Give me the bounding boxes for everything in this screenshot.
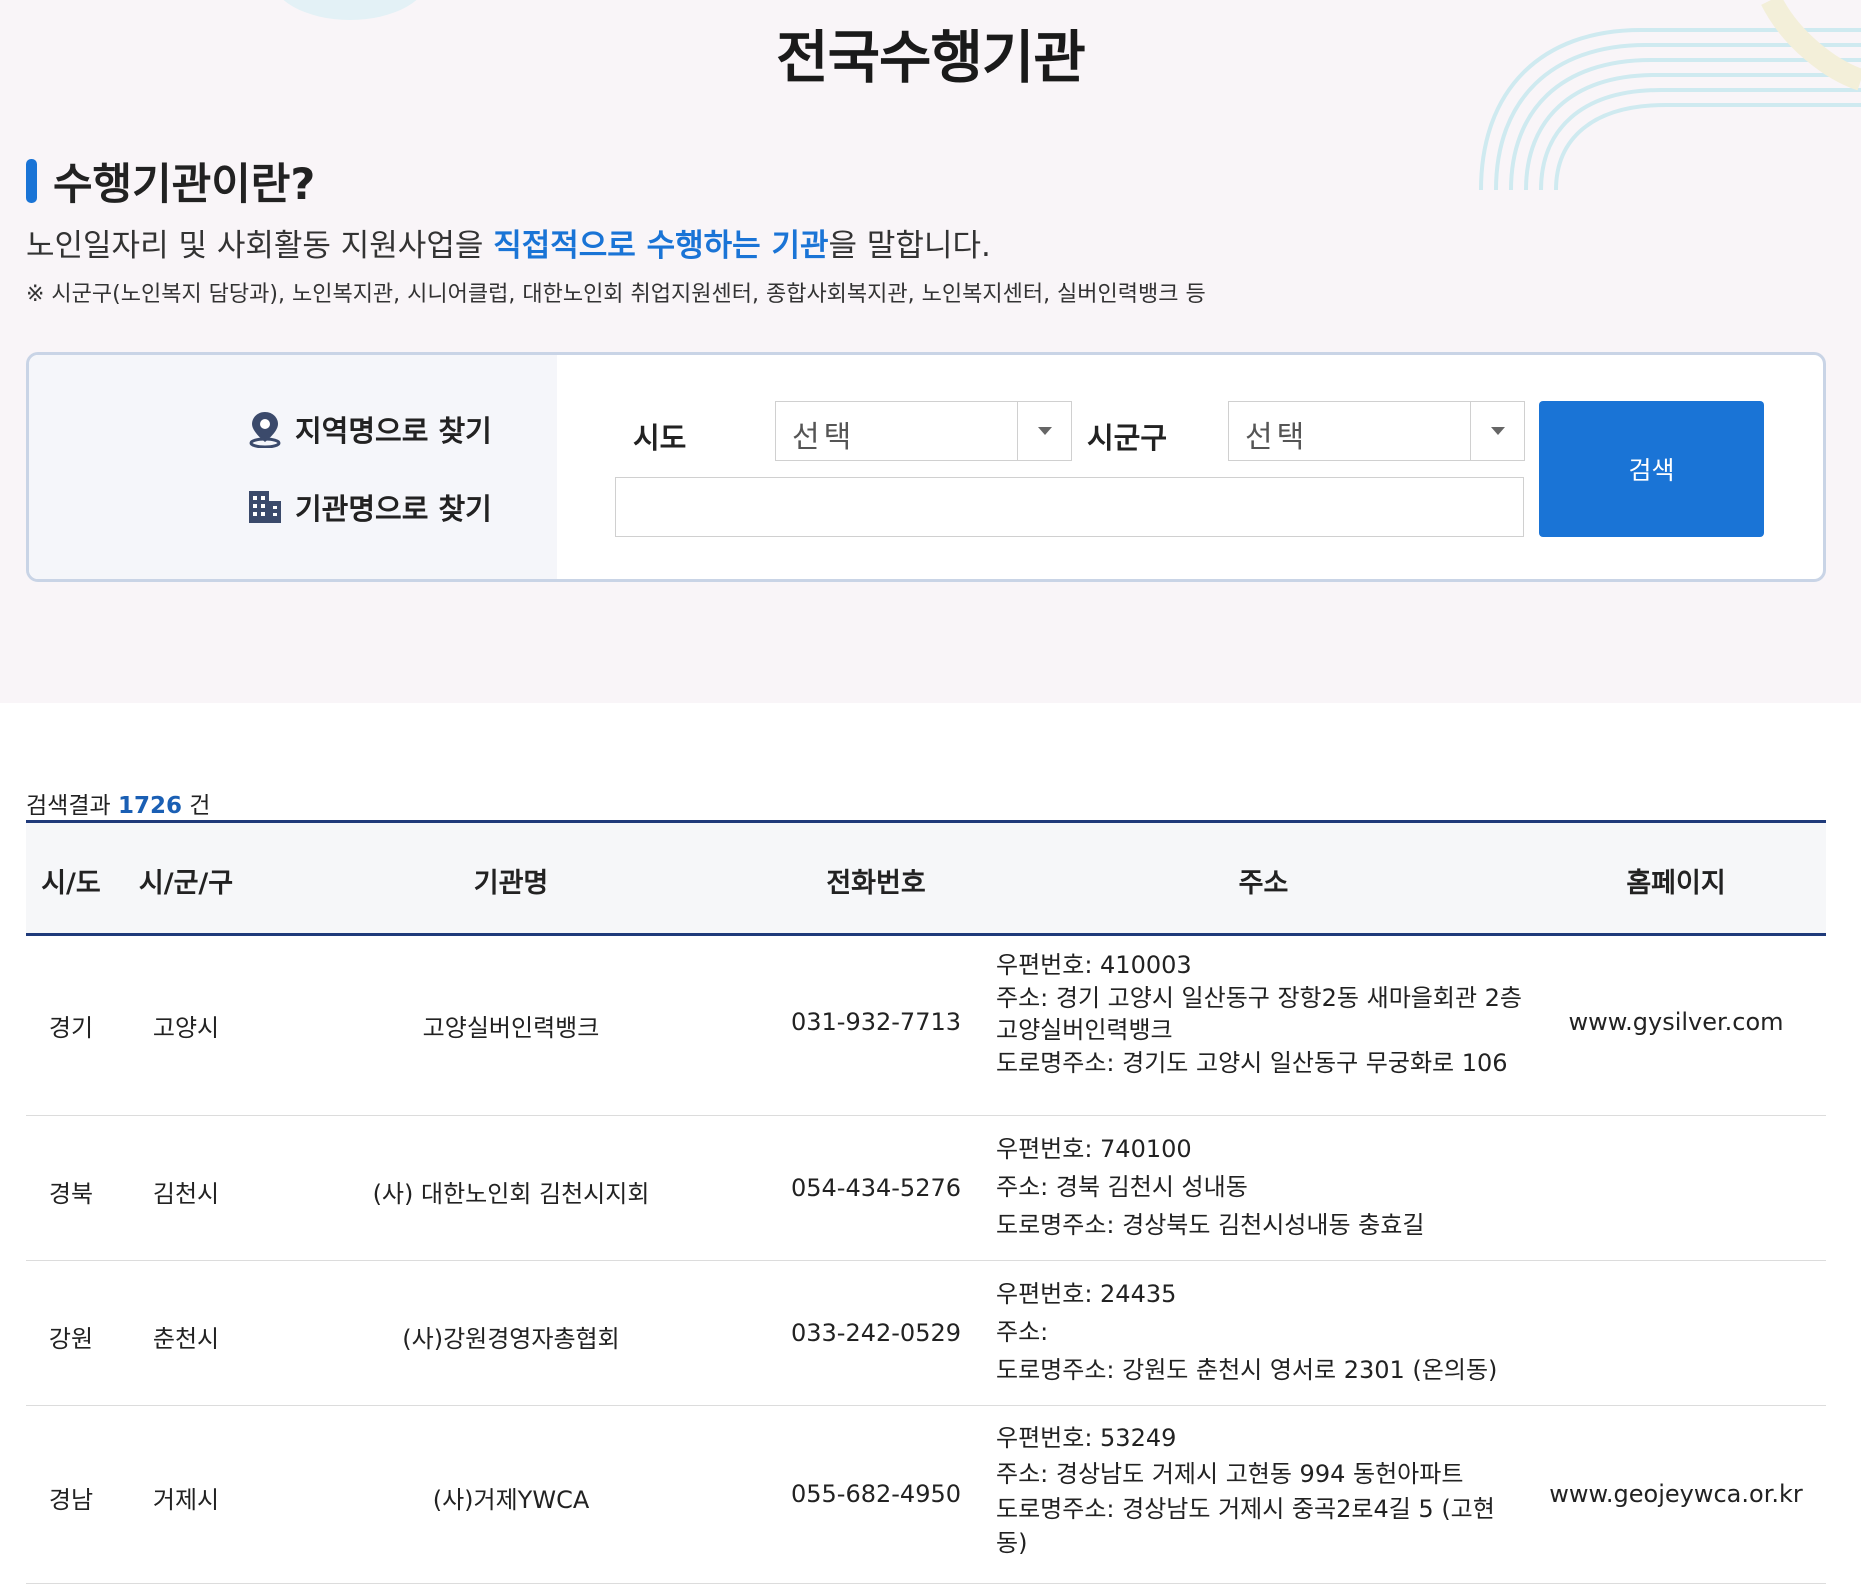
cell-sido: 경북 [48,1180,94,1208]
cell-org: (사)거제YWCA [432,1486,590,1514]
find-by-org-tab[interactable]: 기관명으로 찾기 [247,486,492,528]
find-by-region-label: 지역명으로 찾기 [295,414,492,448]
desc-highlight: 직접적으로 수행하는 기관 [493,228,829,264]
header-org: 기관명 [473,868,549,899]
postcode-text: 우편번호: 410003 [996,951,1192,979]
cell-sigungu: 고양시 [152,1014,220,1042]
result-count-number: 1726 [117,793,182,819]
cell-org: (사) 대한노인회 김천시지회 [372,1180,650,1208]
homepage-link[interactable]: www.gysilver.com [1531,1008,1821,1036]
postcode-text: 우편번호: 24435 [996,1280,1177,1308]
address-text: 주소: [996,1318,1049,1346]
location-pin-icon [249,412,281,448]
building-icon [249,491,281,523]
cell-phone: 055-682-4950 [790,1480,961,1508]
cell-address: 우편번호: 53249 주소: 경상남도 거제시 고현동 994 동헌아파트 도… [996,1420,1496,1560]
find-by-region-tab[interactable]: 지역명으로 찾기 [247,408,492,450]
search-mode-panel: 지역명으로 찾기 기관명으로 찾기 [29,355,557,579]
homepage-link[interactable]: www.geojeywca.or.kr [1531,1480,1821,1508]
result-count-prefix: 검색결과 [26,793,118,819]
cell-address: 우편번호: 24435 주소: 도로명주소: 강원도 춘천시 영서로 2301 … [996,1275,1526,1389]
section-heading: 수행기관이란? [26,150,315,212]
cell-address: 우편번호: 740100 주소: 경북 김천시 성내동 도로명주소: 경상북도 … [996,1130,1526,1244]
hero-section: 전국수행기관 수행기관이란? 노인일자리 및 사회활동 지원사업을 직접적으로 … [0,0,1861,703]
find-by-org-label: 기관명으로 찾기 [295,492,492,526]
sido-select-value: 선택 [792,420,856,455]
road-address-text: 도로명주소: 강원도 춘천시 영서로 2301 (온의동) [996,1356,1498,1384]
result-count: 검색결과 1726 건 [26,786,210,820]
cell-phone: 054-434-5276 [790,1174,961,1202]
search-panel: 지역명으로 찾기 기관명으로 찾기 시도 선택 시군구 선택 검색 [26,352,1826,582]
cell-org: 고양실버인력뱅크 [422,1014,600,1042]
table-row: 경북 김천시 (사) 대한노인회 김천시지회 054-434-5276 우편번호… [26,1116,1826,1261]
cell-sido: 경기 [48,1014,94,1042]
address-text: 주소: 경기 고양시 일산동구 장항2동 새마을회관 2층 고양실버인력뱅크 [996,984,1522,1044]
chevron-down-icon[interactable] [1470,402,1524,460]
chevron-down-icon[interactable] [1017,402,1071,460]
header-sigungu: 시/군/구 [138,868,234,899]
postcode-text: 우편번호: 740100 [996,1135,1192,1163]
table-row: 강원 춘천시 (사)강원경영자총협회 033-242-0529 우편번호: 24… [26,1261,1826,1406]
cell-sido: 강원 [48,1325,94,1353]
heading-accent-bar [26,159,37,203]
sigungu-select[interactable]: 선택 [1228,401,1525,461]
sido-select[interactable]: 선택 [775,401,1072,461]
search-button[interactable]: 검색 [1539,401,1764,537]
intro-note: ※ 시군구(노인복지 담당과), 노인복지관, 시니어클럽, 대한노인회 취업지… [26,282,1206,307]
desc-before: 노인일자리 및 사회활동 지원사업을 [26,228,494,264]
section-title: 수행기관이란? [53,160,316,210]
intro-description: 노인일자리 및 사회활동 지원사업을 직접적으로 수행하는 기관을 말합니다. [26,220,991,265]
sido-label: 시도 [633,421,687,455]
cell-sido: 경남 [48,1486,94,1514]
table-row: 경남 거제시 (사)거제YWCA 055-682-4950 우편번호: 5324… [26,1406,1826,1584]
org-name-input[interactable] [615,477,1524,537]
postcode-text: 우편번호: 53249 [996,1424,1177,1452]
address-text: 주소: 경상남도 거제시 고현동 994 동헌아파트 [996,1460,1464,1488]
table-row: 경기 고양시 고양실버인력뱅크 031-932-7713 우편번호: 41000… [26,936,1826,1116]
cell-phone: 031-932-7713 [790,1008,961,1036]
road-address-text: 도로명주소: 경상북도 김천시성내동 충효길 [996,1211,1425,1239]
header-phone: 전화번호 [826,868,926,899]
road-address-text: 도로명주소: 경상남도 거제시 중곡2로4길 5 (고현동) [996,1495,1495,1557]
cell-phone: 033-242-0529 [790,1319,961,1347]
road-address-text: 도로명주소: 경기도 고양시 일산동구 무궁화로 106 [996,1049,1508,1077]
cell-sigungu: 김천시 [152,1180,220,1208]
sigungu-label: 시군구 [1087,421,1168,455]
cell-sigungu: 거제시 [152,1486,220,1514]
results-table: 시/도 시/군/구 기관명 전화번호 주소 홈페이지 경기 고양시 고양실버인력… [26,820,1826,1584]
cell-address: 우편번호: 410003 주소: 경기 고양시 일산동구 장항2동 새마을회관 … [996,948,1526,1080]
header-sido: 시/도 [41,868,101,899]
address-text: 주소: 경북 김천시 성내동 [996,1173,1248,1201]
sigungu-select-value: 선택 [1245,420,1309,455]
header-address: 주소 [1238,868,1289,899]
result-count-suffix: 건 [181,793,211,819]
cell-sigungu: 춘천시 [152,1325,220,1353]
cell-org: (사)강원경영자총협회 [402,1325,620,1353]
page-title: 전국수행기관 [776,25,1086,91]
table-header: 시/도 시/군/구 기관명 전화번호 주소 홈페이지 [26,820,1826,936]
header-homepage: 홈페이지 [1626,868,1726,899]
desc-after: 을 말합니다. [828,228,991,264]
